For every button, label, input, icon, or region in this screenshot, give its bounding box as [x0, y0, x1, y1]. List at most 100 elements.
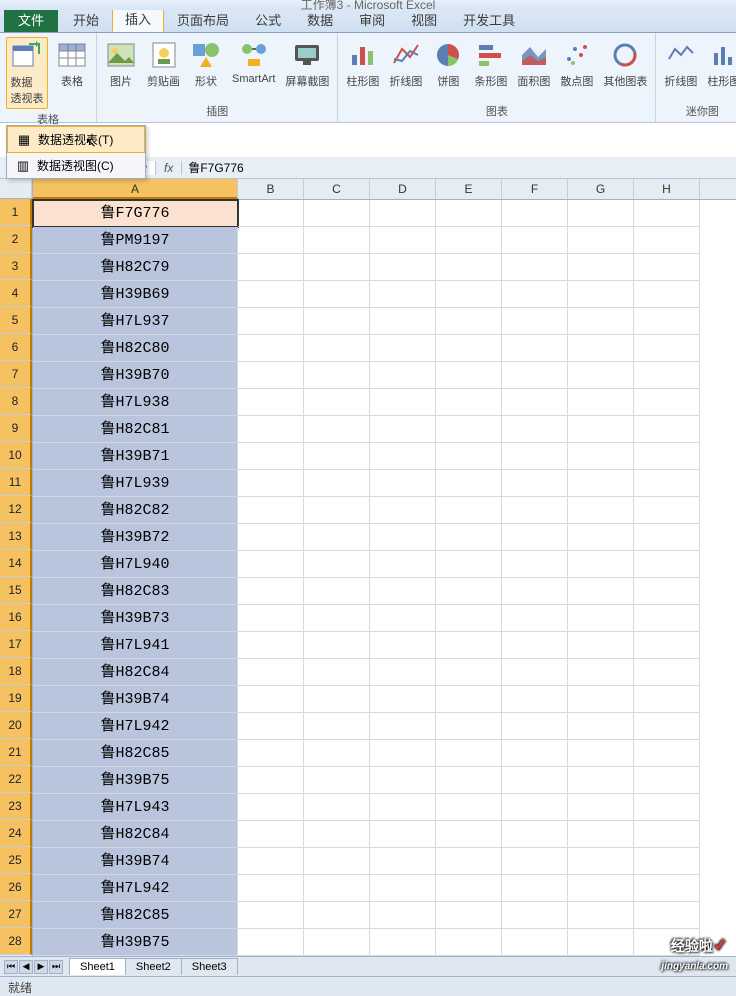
- cell[interactable]: [304, 254, 370, 281]
- cell[interactable]: [568, 416, 634, 443]
- cell[interactable]: [370, 902, 436, 929]
- cell[interactable]: 鲁H7L943: [33, 794, 238, 821]
- cell[interactable]: [238, 605, 304, 632]
- cell[interactable]: [436, 389, 502, 416]
- cell[interactable]: [304, 389, 370, 416]
- cell[interactable]: 鲁H7L942: [33, 875, 238, 902]
- cell[interactable]: [568, 254, 634, 281]
- cell[interactable]: [568, 875, 634, 902]
- cell[interactable]: [436, 308, 502, 335]
- cell[interactable]: [304, 713, 370, 740]
- cell[interactable]: [436, 227, 502, 254]
- cell[interactable]: [634, 416, 700, 443]
- cell[interactable]: [370, 659, 436, 686]
- cell[interactable]: [304, 929, 370, 956]
- cell[interactable]: [304, 443, 370, 470]
- cell[interactable]: [634, 767, 700, 794]
- cell[interactable]: [304, 416, 370, 443]
- cell[interactable]: [568, 362, 634, 389]
- cell[interactable]: [436, 281, 502, 308]
- cell[interactable]: [238, 200, 304, 227]
- cell[interactable]: [370, 416, 436, 443]
- line-chart-button[interactable]: 折线图: [387, 37, 424, 91]
- cell[interactable]: [568, 200, 634, 227]
- cell[interactable]: [304, 227, 370, 254]
- cell[interactable]: [634, 551, 700, 578]
- cell[interactable]: [238, 443, 304, 470]
- cell[interactable]: 鲁H39B72: [33, 524, 238, 551]
- cell[interactable]: [502, 848, 568, 875]
- cell[interactable]: [238, 821, 304, 848]
- row-header[interactable]: 14: [0, 550, 32, 577]
- cell[interactable]: [502, 254, 568, 281]
- cell[interactable]: [370, 605, 436, 632]
- sheet-nav-next[interactable]: ▶: [34, 960, 48, 974]
- pie-chart-button[interactable]: 饼图: [430, 37, 466, 91]
- cell[interactable]: [238, 902, 304, 929]
- cell[interactable]: [568, 281, 634, 308]
- row-header[interactable]: 22: [0, 766, 32, 793]
- other-chart-button[interactable]: 其他图表: [601, 37, 649, 91]
- area-chart-button[interactable]: 面积图: [515, 37, 552, 91]
- column-header-b[interactable]: B: [238, 179, 304, 199]
- cell[interactable]: 鲁H82C81: [33, 416, 238, 443]
- cell[interactable]: [238, 551, 304, 578]
- cell[interactable]: [568, 659, 634, 686]
- column-header-c[interactable]: C: [304, 179, 370, 199]
- picture-button[interactable]: 图片: [103, 37, 139, 91]
- cell[interactable]: [502, 632, 568, 659]
- select-all-corner[interactable]: [0, 179, 32, 199]
- clipart-button[interactable]: 剪贴画: [145, 37, 182, 91]
- cell[interactable]: [502, 443, 568, 470]
- cell[interactable]: [634, 362, 700, 389]
- column-header-e[interactable]: E: [436, 179, 502, 199]
- cell[interactable]: [436, 821, 502, 848]
- cell[interactable]: [304, 200, 370, 227]
- row-header[interactable]: 17: [0, 631, 32, 658]
- cell[interactable]: [436, 929, 502, 956]
- cell[interactable]: [304, 767, 370, 794]
- cell[interactable]: [502, 821, 568, 848]
- cell[interactable]: [304, 659, 370, 686]
- column-header-d[interactable]: D: [370, 179, 436, 199]
- cell[interactable]: [238, 227, 304, 254]
- cell[interactable]: [502, 524, 568, 551]
- cell[interactable]: [436, 524, 502, 551]
- cell[interactable]: 鲁H82C85: [33, 740, 238, 767]
- cell[interactable]: 鲁H7L939: [33, 470, 238, 497]
- row-header[interactable]: 23: [0, 793, 32, 820]
- cell[interactable]: [238, 659, 304, 686]
- cell[interactable]: [634, 335, 700, 362]
- cell[interactable]: [634, 524, 700, 551]
- cell[interactable]: [238, 848, 304, 875]
- cell[interactable]: [634, 821, 700, 848]
- cell[interactable]: [304, 497, 370, 524]
- cell[interactable]: 鲁H7L940: [33, 551, 238, 578]
- cell[interactable]: [634, 497, 700, 524]
- cell[interactable]: 鲁H39B75: [33, 767, 238, 794]
- column-header-g[interactable]: G: [568, 179, 634, 199]
- cell[interactable]: [370, 227, 436, 254]
- formula-value[interactable]: 鲁F7G776: [182, 159, 249, 176]
- cell[interactable]: [436, 848, 502, 875]
- cell[interactable]: [436, 659, 502, 686]
- cell[interactable]: [436, 551, 502, 578]
- cell[interactable]: [568, 767, 634, 794]
- cell[interactable]: [304, 335, 370, 362]
- cell[interactable]: 鲁H82C84: [33, 821, 238, 848]
- row-header[interactable]: 3: [0, 253, 32, 280]
- cell[interactable]: [370, 308, 436, 335]
- shapes-button[interactable]: 形状: [188, 37, 224, 91]
- cell[interactable]: [304, 470, 370, 497]
- cell[interactable]: [238, 362, 304, 389]
- column-header-h[interactable]: H: [634, 179, 700, 199]
- sheet-nav-prev[interactable]: ◀: [19, 960, 33, 974]
- sheet-nav-first[interactable]: ⏮: [4, 960, 18, 974]
- cell[interactable]: [304, 794, 370, 821]
- cell[interactable]: [370, 335, 436, 362]
- cell[interactable]: [436, 254, 502, 281]
- row-header[interactable]: 16: [0, 604, 32, 631]
- cell[interactable]: [502, 767, 568, 794]
- cell[interactable]: [502, 686, 568, 713]
- smartart-button[interactable]: SmartArt: [230, 37, 277, 87]
